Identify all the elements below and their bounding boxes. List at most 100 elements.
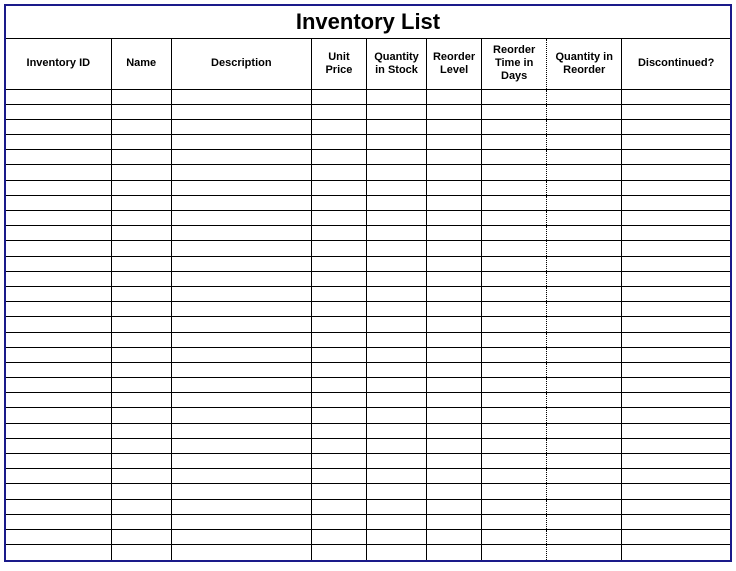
cell-reorder_level[interactable] xyxy=(427,529,482,544)
cell-reorder_time_days[interactable] xyxy=(482,286,547,301)
cell-name[interactable] xyxy=(111,514,171,529)
cell-discontinued[interactable] xyxy=(622,119,730,134)
cell-unit_price[interactable] xyxy=(311,211,366,226)
cell-discontinued[interactable] xyxy=(622,104,730,119)
cell-reorder_time_days[interactable] xyxy=(482,362,547,377)
cell-name[interactable] xyxy=(111,180,171,195)
cell-reorder_time_days[interactable] xyxy=(482,332,547,347)
cell-quantity_in_stock[interactable] xyxy=(366,454,426,469)
cell-inventory_id[interactable] xyxy=(6,529,111,544)
cell-description[interactable] xyxy=(171,469,311,484)
cell-quantity_in_reorder[interactable] xyxy=(547,499,622,514)
cell-discontinued[interactable] xyxy=(622,423,730,438)
cell-quantity_in_stock[interactable] xyxy=(366,271,426,286)
cell-description[interactable] xyxy=(171,211,311,226)
cell-quantity_in_reorder[interactable] xyxy=(547,454,622,469)
cell-inventory_id[interactable] xyxy=(6,104,111,119)
cell-reorder_time_days[interactable] xyxy=(482,180,547,195)
cell-reorder_time_days[interactable] xyxy=(482,484,547,499)
cell-reorder_time_days[interactable] xyxy=(482,469,547,484)
cell-description[interactable] xyxy=(171,484,311,499)
cell-discontinued[interactable] xyxy=(622,514,730,529)
cell-reorder_level[interactable] xyxy=(427,135,482,150)
cell-inventory_id[interactable] xyxy=(6,226,111,241)
cell-name[interactable] xyxy=(111,226,171,241)
cell-description[interactable] xyxy=(171,135,311,150)
cell-unit_price[interactable] xyxy=(311,241,366,256)
cell-description[interactable] xyxy=(171,165,311,180)
cell-name[interactable] xyxy=(111,241,171,256)
cell-name[interactable] xyxy=(111,332,171,347)
cell-reorder_level[interactable] xyxy=(427,545,482,560)
cell-quantity_in_stock[interactable] xyxy=(366,211,426,226)
cell-reorder_level[interactable] xyxy=(427,454,482,469)
cell-inventory_id[interactable] xyxy=(6,256,111,271)
cell-discontinued[interactable] xyxy=(622,195,730,210)
cell-unit_price[interactable] xyxy=(311,529,366,544)
cell-quantity_in_stock[interactable] xyxy=(366,119,426,134)
cell-inventory_id[interactable] xyxy=(6,408,111,423)
cell-quantity_in_stock[interactable] xyxy=(366,150,426,165)
cell-discontinued[interactable] xyxy=(622,286,730,301)
cell-discontinued[interactable] xyxy=(622,469,730,484)
cell-inventory_id[interactable] xyxy=(6,302,111,317)
cell-reorder_level[interactable] xyxy=(427,302,482,317)
cell-unit_price[interactable] xyxy=(311,393,366,408)
cell-unit_price[interactable] xyxy=(311,180,366,195)
cell-inventory_id[interactable] xyxy=(6,135,111,150)
cell-discontinued[interactable] xyxy=(622,438,730,453)
cell-quantity_in_stock[interactable] xyxy=(366,165,426,180)
cell-reorder_time_days[interactable] xyxy=(482,195,547,210)
cell-description[interactable] xyxy=(171,529,311,544)
cell-quantity_in_reorder[interactable] xyxy=(547,469,622,484)
cell-reorder_time_days[interactable] xyxy=(482,545,547,560)
cell-quantity_in_stock[interactable] xyxy=(366,484,426,499)
cell-reorder_time_days[interactable] xyxy=(482,89,547,104)
cell-name[interactable] xyxy=(111,438,171,453)
cell-description[interactable] xyxy=(171,150,311,165)
cell-quantity_in_stock[interactable] xyxy=(366,499,426,514)
cell-reorder_time_days[interactable] xyxy=(482,165,547,180)
cell-description[interactable] xyxy=(171,286,311,301)
cell-quantity_in_stock[interactable] xyxy=(366,529,426,544)
cell-quantity_in_reorder[interactable] xyxy=(547,150,622,165)
cell-name[interactable] xyxy=(111,165,171,180)
cell-quantity_in_stock[interactable] xyxy=(366,362,426,377)
cell-inventory_id[interactable] xyxy=(6,211,111,226)
cell-inventory_id[interactable] xyxy=(6,499,111,514)
cell-quantity_in_reorder[interactable] xyxy=(547,135,622,150)
cell-quantity_in_stock[interactable] xyxy=(366,195,426,210)
cell-inventory_id[interactable] xyxy=(6,119,111,134)
cell-reorder_time_days[interactable] xyxy=(482,378,547,393)
cell-name[interactable] xyxy=(111,545,171,560)
cell-reorder_time_days[interactable] xyxy=(482,226,547,241)
cell-quantity_in_reorder[interactable] xyxy=(547,529,622,544)
cell-quantity_in_stock[interactable] xyxy=(366,256,426,271)
cell-description[interactable] xyxy=(171,499,311,514)
cell-inventory_id[interactable] xyxy=(6,423,111,438)
cell-quantity_in_stock[interactable] xyxy=(366,104,426,119)
cell-unit_price[interactable] xyxy=(311,423,366,438)
cell-reorder_level[interactable] xyxy=(427,393,482,408)
cell-description[interactable] xyxy=(171,317,311,332)
cell-name[interactable] xyxy=(111,499,171,514)
cell-reorder_level[interactable] xyxy=(427,195,482,210)
cell-unit_price[interactable] xyxy=(311,378,366,393)
cell-unit_price[interactable] xyxy=(311,499,366,514)
cell-name[interactable] xyxy=(111,286,171,301)
cell-inventory_id[interactable] xyxy=(6,286,111,301)
cell-description[interactable] xyxy=(171,393,311,408)
cell-reorder_time_days[interactable] xyxy=(482,408,547,423)
cell-unit_price[interactable] xyxy=(311,286,366,301)
cell-quantity_in_reorder[interactable] xyxy=(547,408,622,423)
cell-reorder_level[interactable] xyxy=(427,256,482,271)
cell-quantity_in_stock[interactable] xyxy=(366,545,426,560)
cell-reorder_level[interactable] xyxy=(427,241,482,256)
cell-unit_price[interactable] xyxy=(311,317,366,332)
cell-unit_price[interactable] xyxy=(311,195,366,210)
cell-quantity_in_reorder[interactable] xyxy=(547,226,622,241)
cell-reorder_level[interactable] xyxy=(427,119,482,134)
cell-name[interactable] xyxy=(111,484,171,499)
cell-unit_price[interactable] xyxy=(311,271,366,286)
cell-quantity_in_reorder[interactable] xyxy=(547,545,622,560)
